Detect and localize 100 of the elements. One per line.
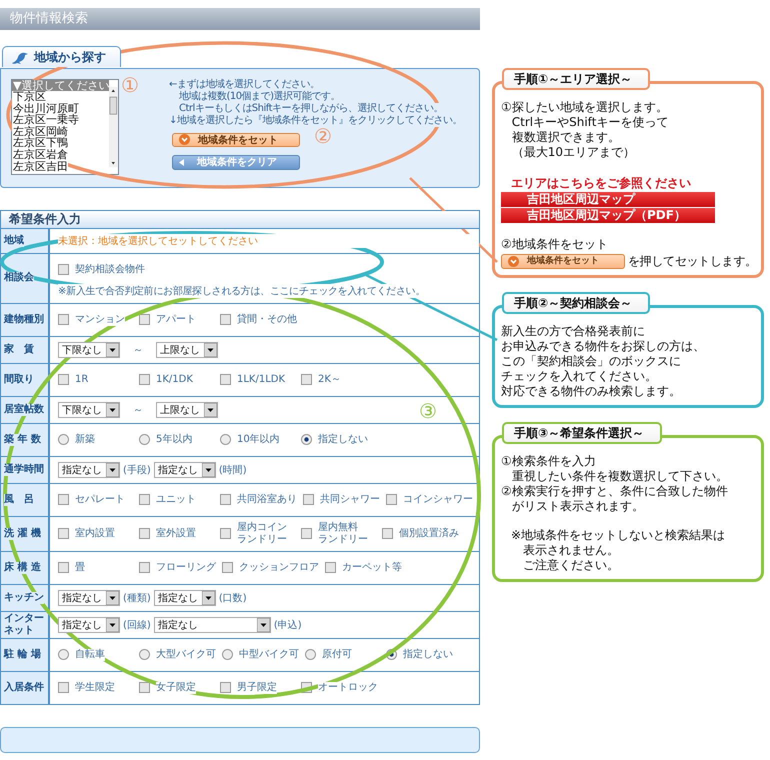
radio-button[interactable] [58, 649, 69, 660]
row-label: 相談会 [4, 272, 34, 284]
checkbox-label: 共同浴室あり [237, 494, 297, 506]
dropdown[interactable]: 下限なし [58, 402, 120, 418]
checkbox[interactable] [220, 374, 231, 385]
set-area-button[interactable]: 地域条件をセット [501, 254, 625, 269]
checkbox-label: コインシャワー [403, 494, 473, 506]
checkbox-label: 室内設置 [75, 528, 115, 540]
checkbox[interactable] [325, 562, 336, 573]
checkbox[interactable] [139, 528, 150, 539]
dropdown[interactable]: 指定なし [58, 616, 120, 632]
checkbox[interactable] [139, 682, 150, 693]
checkbox-label: 貸間・その他 [237, 314, 297, 326]
checkbox[interactable] [220, 494, 231, 505]
step-number: ② [314, 124, 332, 148]
dropdown[interactable]: 指定なし [154, 462, 216, 478]
row-label: ネット [4, 624, 34, 636]
checkbox[interactable] [58, 264, 69, 275]
dropdown[interactable]: 指定なし [154, 590, 216, 606]
checkbox[interactable] [382, 528, 393, 539]
checkbox-label: 共同シャワー [320, 494, 380, 506]
caret-icon [202, 462, 215, 476]
step-number: ③ [419, 399, 437, 423]
checkbox-label: オートロック [318, 682, 378, 694]
dropdown[interactable]: 指定なし [58, 462, 120, 478]
checkbox-label: ユニット [156, 494, 196, 506]
radio-button[interactable] [220, 434, 231, 445]
chevron-down-icon [508, 256, 519, 267]
list-item[interactable]: 下京区 [12, 91, 46, 103]
checkbox[interactable] [386, 494, 397, 505]
dropdown[interactable]: 上限なし [156, 402, 218, 418]
checkbox[interactable] [303, 494, 314, 505]
caret-icon [106, 342, 119, 356]
radio-button[interactable] [305, 649, 316, 660]
list-item[interactable]: 左京区一乗寺 [12, 114, 79, 126]
list-item[interactable]: 左京区岡崎 [12, 126, 68, 138]
panel-tab[interactable]: 地域から探す [2, 46, 121, 67]
unit-label: (時間) [218, 462, 247, 476]
caret-icon [106, 402, 119, 416]
radio-label: 10年以内 [237, 434, 280, 446]
checkbox-label: 男子限定 [237, 682, 277, 694]
caret-icon [106, 618, 119, 632]
checkbox-label: カーペット等 [342, 562, 402, 574]
instruction-text: CtrlキーもしくはShiftキーを押しながら、選択してください。 [179, 102, 444, 114]
unit-label: (手段) [123, 462, 151, 476]
checkbox[interactable] [222, 562, 233, 573]
checkbox-label: ランドリー [318, 534, 368, 546]
checkbox[interactable] [139, 494, 150, 505]
checkbox[interactable] [58, 562, 69, 573]
radio-button[interactable] [139, 649, 150, 660]
map-link[interactable]: 吉田地区周辺マップ（PDF） [501, 208, 715, 223]
list-item[interactable]: ▼選択してください [12, 80, 110, 92]
checkbox-label: 契約相談会物件 [75, 264, 145, 276]
step-text: 検索実行を押すと、条件に合致した物件 がリスト表示されます。 [512, 484, 728, 514]
checkbox[interactable] [139, 562, 150, 573]
unit-label: (口数) [218, 590, 247, 604]
list-item[interactable]: 左京区岩倉 [12, 149, 68, 161]
checkbox[interactable] [58, 528, 69, 539]
row-label: 床 構 造 [4, 562, 41, 574]
area-listbox[interactable]: ▼選択してください 下京区 今出川河原町 左京区一乗寺 左京区岡崎 左京区下鴨 左京区岩倉 左京区吉田 [11, 78, 119, 174]
dropdown[interactable]: 上限なし [156, 342, 218, 358]
checkbox-label: 女子限定 [156, 682, 196, 694]
triangle-left-icon [179, 158, 185, 166]
instruction-text: を押してセットします。 [628, 254, 757, 269]
radio-label: 大型バイク可 [156, 648, 216, 660]
list-item[interactable]: 左京区吉田 [12, 160, 68, 172]
checkbox[interactable] [220, 314, 231, 325]
radio-button[interactable] [139, 434, 150, 445]
checkbox-label: フローリング [156, 562, 216, 574]
radio-button[interactable] [58, 434, 69, 445]
caret-icon [202, 590, 215, 604]
checkbox[interactable] [301, 528, 312, 539]
chevron-down-icon [179, 134, 190, 145]
unit-label: (回線) [123, 618, 151, 632]
dropdown[interactable]: 指定なし [58, 590, 120, 606]
checkbox[interactable] [220, 528, 231, 539]
dropdown[interactable]: 下限なし [58, 342, 120, 358]
checkbox[interactable] [139, 374, 150, 385]
dropdown[interactable]: 指定なし [154, 616, 271, 632]
checkbox[interactable] [58, 494, 69, 505]
checkbox[interactable] [58, 682, 69, 693]
checkbox[interactable] [220, 682, 231, 693]
checkbox[interactable] [301, 374, 312, 385]
checkbox[interactable] [58, 374, 69, 385]
checkbox-label: 屋内コイン [237, 522, 287, 534]
callout-title: 手順③～希望条件選択～ [502, 422, 662, 444]
checkbox-label: 1K/1DK [156, 374, 193, 386]
radio-button[interactable] [222, 649, 233, 660]
radio-button[interactable] [301, 434, 312, 445]
notice-text: 未選択：地域を選択してセットしてください [58, 234, 479, 248]
list-item[interactable]: 今出川河原町 [12, 102, 79, 114]
map-link[interactable]: 吉田地区周辺マップ [501, 192, 715, 207]
checkbox[interactable] [139, 314, 150, 325]
checkbox[interactable] [58, 314, 69, 325]
row-label: 通学時間 [4, 464, 44, 476]
caret-icon [106, 590, 119, 604]
set-area-button[interactable]: 地域条件をセット [172, 132, 300, 146]
checkbox-label: マンション [75, 314, 125, 326]
list-item[interactable]: 左京区下鴨 [12, 137, 68, 150]
checkbox-label: 屋内無料 [318, 522, 358, 534]
